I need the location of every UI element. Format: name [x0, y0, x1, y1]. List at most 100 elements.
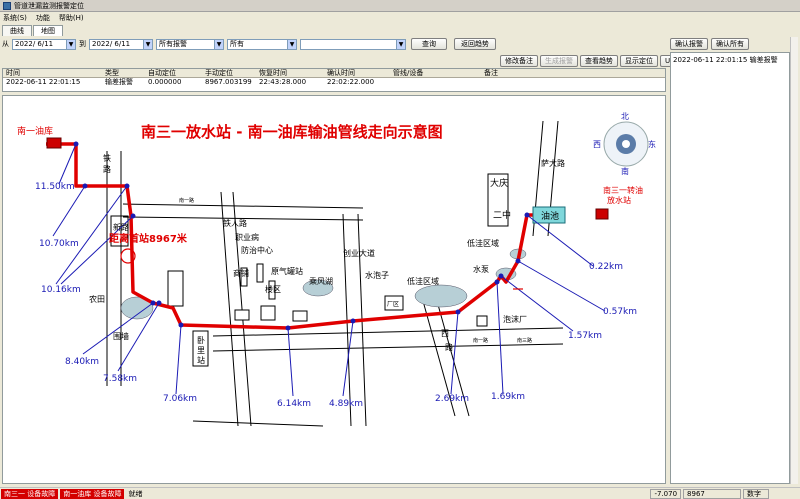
window-title: 管道泄漏监测报警定位 — [14, 1, 84, 10]
from-date-picker[interactable]: 2022/ 6/11 ▼ — [12, 38, 76, 50]
tab-map[interactable]: 地图 — [33, 25, 63, 36]
place-label: 新路 — [113, 222, 129, 232]
place-label: 南三路 — [517, 337, 532, 344]
place-label: 水泵 — [473, 264, 489, 274]
vertical-scrollbar[interactable] — [790, 37, 798, 484]
place-label: 楼区 — [265, 284, 281, 294]
grid-header: 时间 类型 自动定位 手动定位 恢复时间 确认时间 管线/设备 备注 — [3, 69, 665, 78]
menu-help[interactable]: 帮助(H) — [59, 13, 84, 23]
cell-time: 2022-06-11 22:01:15 — [6, 78, 81, 86]
km-label: 4.89km — [329, 399, 363, 409]
to-date-value: 2022/ 6/11 — [92, 40, 131, 48]
end-station-icon[interactable] — [595, 208, 609, 220]
pipeline-map[interactable]: 油池 南三一放水站 - 南一油库输油管线走向示意图 距离首站8967米 南一油库… — [2, 95, 666, 484]
alarm-type-select[interactable]: 所有报警 ▼ — [156, 38, 224, 50]
header-auto-locate[interactable]: 自动定位 — [145, 69, 202, 77]
header-note[interactable]: 备注 — [481, 69, 581, 77]
menu-function[interactable]: 功能 — [36, 13, 50, 23]
alarm-grid[interactable]: 时间 类型 自动定位 手动定位 恢复时间 确认时间 管线/设备 备注 2022-… — [2, 68, 666, 92]
to-date-picker[interactable]: 2022/ 6/11 ▼ — [89, 38, 153, 50]
alarm-type: 输差报警 — [749, 56, 778, 64]
chevron-down-icon[interactable]: ▼ — [214, 39, 223, 49]
start-station-icon[interactable] — [46, 137, 62, 149]
tab-curve[interactable]: 曲线 — [2, 25, 32, 36]
km-label: 0.57km — [603, 307, 637, 317]
show-location-button[interactable]: 显示定位 — [620, 55, 658, 67]
pipeline-map-drawing: 油池 南三一放水站 - 南一油库输油管线走向示意图 距离首站8967米 南一油库… — [17, 112, 656, 427]
place-label: 二中 — [493, 209, 511, 221]
cell-recover-time: 22:43:28.000 — [259, 78, 307, 86]
header-type[interactable]: 类型 — [102, 69, 145, 77]
alarm-status-2: 南一油库 设备故障 — [60, 488, 125, 499]
header-time[interactable]: 时间 — [3, 69, 102, 77]
cell-pipeline — [390, 78, 481, 87]
from-date-value: 2022/ 6/11 — [15, 40, 54, 48]
alarm-panel: 确认报警 确认所有 2022-06-11 22:01:15 输差报警 — [670, 37, 798, 484]
confirm-all-button[interactable]: 确认所有 — [711, 38, 749, 50]
place-label: 路 — [445, 342, 453, 352]
km-label: 11.50km — [35, 182, 75, 192]
alarm-panel-buttons: 确认报警 确认所有 — [670, 37, 798, 51]
marker-leaders — [52, 143, 606, 397]
km-label: 10.70km — [39, 239, 79, 249]
app-icon — [3, 1, 11, 10]
km-label: 2.69km — [435, 394, 469, 404]
header-pipeline[interactable]: 管线/设备 — [390, 69, 481, 77]
km-label: 10.16km — [41, 285, 81, 295]
input-mode: 数字 — [743, 488, 770, 499]
scope-select[interactable]: 所有 ▼ — [227, 38, 297, 50]
list-item[interactable]: 2022-06-11 22:01:15 输差报警 — [673, 55, 787, 65]
cell-note — [481, 78, 581, 87]
status-bar: 南三一 设备故障 南一油库 设备故障 就绪 -7.070 8967 数字 — [0, 487, 800, 499]
place-label: 商铺 — [233, 268, 249, 278]
back-to-trend-button[interactable]: 返回趋势 — [454, 38, 496, 50]
km-label: 6.14km — [277, 399, 311, 409]
place-label: 南一路 — [179, 197, 194, 204]
km-label: 1.57km — [568, 331, 602, 341]
record-actions: 修改备注 生成报警 查看趋势 显示定位 UDP上传 — [500, 55, 699, 67]
chevron-down-icon[interactable]: ▼ — [396, 39, 405, 49]
km-label: 1.69km — [491, 392, 525, 402]
place-label: 乘风湖 — [309, 276, 333, 286]
cell-type: 输差报警 — [105, 78, 133, 86]
table-row[interactable]: 2022-06-11 22:01:15 输差报警 0.000000 8967.0… — [3, 78, 665, 87]
active-alarm-list[interactable]: 2022-06-11 22:01:15 输差报警 — [670, 52, 790, 484]
alarm-status-1: 南三一 设备故障 — [1, 488, 59, 499]
generate-alarm-button[interactable]: 生成报警 — [540, 55, 578, 67]
compass-west: 西 — [593, 140, 601, 149]
place-label: 泡沫厂 — [503, 314, 527, 324]
confirm-alarm-button[interactable]: 确认报警 — [670, 38, 708, 50]
place-label: 南一路 — [473, 337, 488, 344]
edit-note-button[interactable]: 修改备注 — [500, 55, 538, 67]
alarm-type-value: 所有报警 — [159, 40, 187, 48]
chevron-down-icon[interactable]: ▼ — [66, 39, 75, 49]
menu-system[interactable]: 系统(S) — [3, 13, 27, 23]
place-label: 西 — [441, 329, 449, 338]
view-trend-button[interactable]: 查看趋势 — [580, 55, 618, 67]
query-button[interactable]: 查询 — [411, 38, 447, 50]
filter-toolbar: 从 2022/ 6/11 ▼ 到 2022/ 6/11 ▼ 所有报警 ▼ 所有 … — [2, 37, 666, 51]
road-layer — [106, 120, 564, 427]
compass-icon[interactable] — [603, 121, 649, 167]
place-label: 职业病 — [235, 232, 259, 242]
chevron-down-icon[interactable]: ▼ — [287, 39, 296, 49]
to-label: 到 — [79, 40, 86, 48]
place-label: 里 — [197, 346, 205, 355]
km-label: 0.22km — [589, 262, 623, 272]
km-label: 7.06km — [163, 394, 197, 404]
title-bar: 管道泄漏监测报警定位 — [0, 0, 800, 12]
chevron-down-icon[interactable]: ▼ — [143, 39, 152, 49]
place-label: 防治中心 — [241, 245, 273, 255]
place-label: 铁 — [103, 153, 111, 163]
place-label: 卧 — [197, 336, 205, 345]
header-confirm-time[interactable]: 确认时间 — [324, 69, 390, 77]
from-label: 从 — [2, 40, 9, 48]
place-label: 围墙 — [113, 331, 129, 341]
place-label: 低洼区域 — [467, 238, 499, 248]
extra-select[interactable]: ▼ — [300, 38, 406, 50]
header-recover-time[interactable]: 恢复时间 — [256, 69, 324, 77]
header-manual-locate[interactable]: 手动定位 — [202, 69, 256, 77]
distance-readout: 8967 — [683, 488, 742, 499]
scope-value: 所有 — [230, 40, 244, 48]
place-label: 萨大路 — [541, 158, 565, 168]
